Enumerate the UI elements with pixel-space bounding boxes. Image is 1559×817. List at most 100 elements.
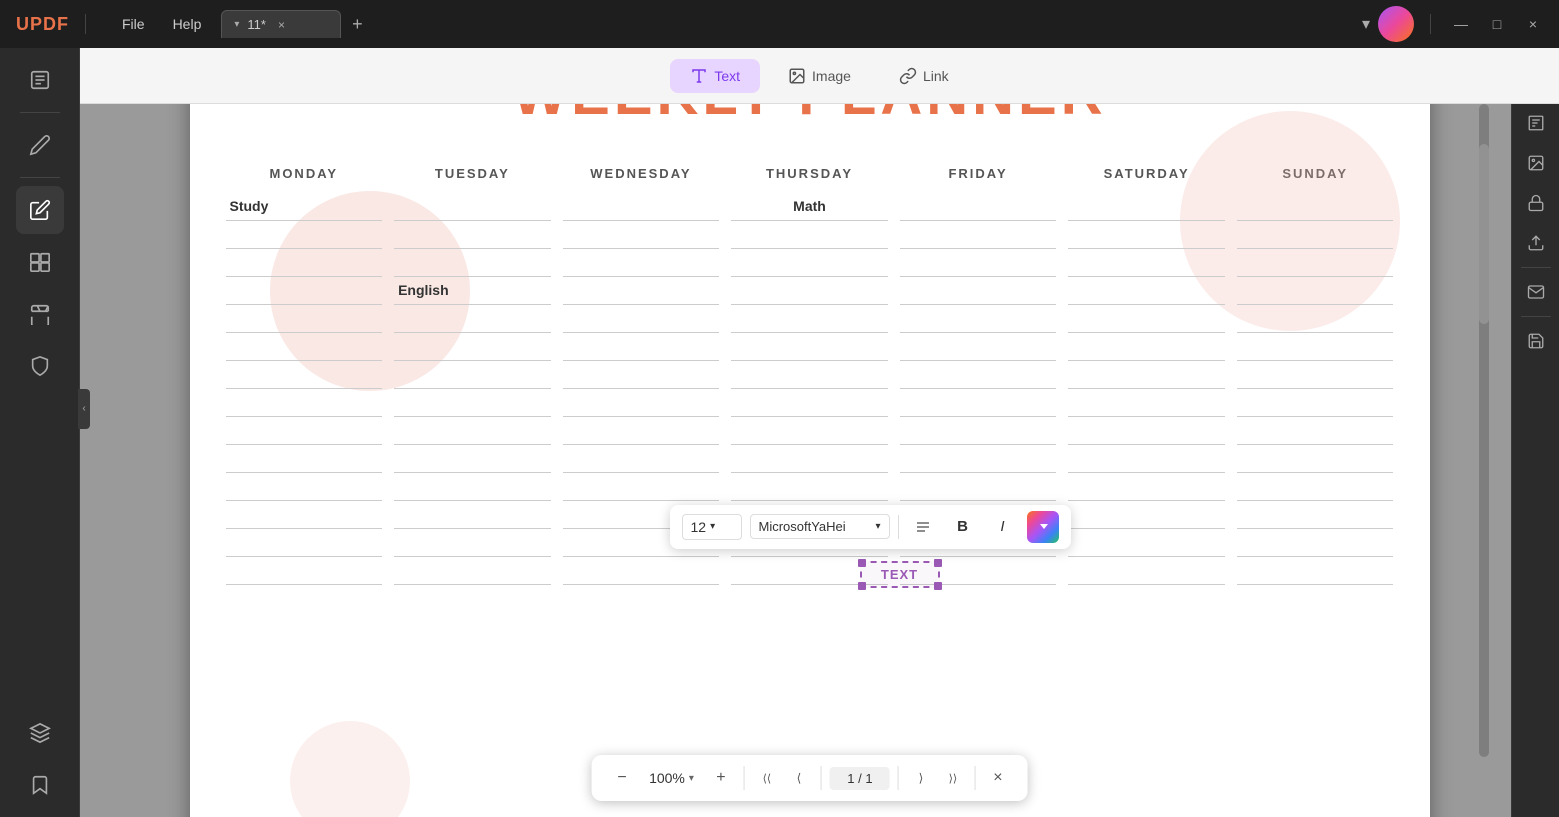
day-line <box>226 473 383 501</box>
day-line <box>563 361 720 389</box>
day-line <box>1237 333 1394 361</box>
day-lines-tuesday: English <box>388 193 557 585</box>
day-line <box>563 305 720 333</box>
day-line <box>1237 277 1394 305</box>
title-bar-right: ▾ — □ × <box>1362 6 1559 42</box>
day-line <box>563 417 720 445</box>
day-column-monday: MONDAY Study <box>220 158 389 585</box>
zoom-in-button[interactable]: + <box>706 763 736 793</box>
page-last-button[interactable]: ⟩⟩ <box>939 764 967 792</box>
day-line <box>1068 361 1225 389</box>
sidebar-protect-icon[interactable] <box>16 342 64 390</box>
text-tool-button[interactable]: Text <box>670 59 760 93</box>
bold-button[interactable]: B <box>947 511 979 543</box>
day-line <box>394 221 551 249</box>
day-line <box>1237 193 1394 221</box>
resize-handle-br[interactable] <box>934 582 942 590</box>
page-first-button[interactable]: ⟨⟨ <box>753 764 781 792</box>
color-chevron-icon <box>1040 524 1048 529</box>
sidebar-layers-icon[interactable] <box>16 709 64 757</box>
day-header-monday: MONDAY <box>220 158 389 189</box>
day-line <box>226 445 383 473</box>
day-line <box>1237 529 1394 557</box>
day-line <box>394 305 551 333</box>
close-button[interactable]: × <box>1519 10 1547 38</box>
font-family-selector[interactable]: MicrosoftYaHei ▾ <box>750 514 890 539</box>
day-line <box>394 249 551 277</box>
toolbar-close-button[interactable]: × <box>984 764 1012 792</box>
chevron-down-icon[interactable]: ▾ <box>1362 14 1370 34</box>
new-tab-button[interactable]: + <box>343 10 371 38</box>
resize-handle-tl[interactable] <box>858 559 866 567</box>
sidebar-convert-icon[interactable] <box>16 290 64 338</box>
day-header-wednesday: WEDNESDAY <box>557 158 726 189</box>
day-lines-monday: Study <box>220 193 389 585</box>
day-line <box>394 333 551 361</box>
maximize-button[interactable]: □ <box>1483 10 1511 38</box>
text-edit-container <box>731 305 888 333</box>
link-tool-button[interactable]: Link <box>879 59 969 93</box>
minimize-button[interactable]: — <box>1447 10 1475 38</box>
sidebar-annotate-icon[interactable] <box>16 121 64 169</box>
image-tool-button[interactable]: Image <box>768 59 871 93</box>
image-tool-label: Image <box>812 68 851 84</box>
main-area: ‹ Text Image Link <box>0 48 1559 817</box>
day-line: Study <box>226 193 383 221</box>
day-line <box>563 249 720 277</box>
right-email-icon[interactable] <box>1518 274 1554 310</box>
day-line <box>226 277 383 305</box>
menu-help[interactable]: Help <box>161 12 214 36</box>
day-lines-sunday <box>1231 193 1400 585</box>
day-line <box>226 529 383 557</box>
day-line <box>1237 501 1394 529</box>
day-line <box>731 473 888 501</box>
day-line <box>900 305 1057 333</box>
text-input-box[interactable]: TEXT <box>860 561 940 588</box>
day-header-thursday: THURSDAY <box>725 158 894 189</box>
planner-title: WEEKLY PLANNER <box>220 104 1400 128</box>
nav-separator-4 <box>975 766 976 790</box>
day-line <box>226 221 383 249</box>
tab-current[interactable]: ▾ 11* × <box>221 10 341 38</box>
sidebar-read-icon[interactable] <box>16 56 64 104</box>
day-line <box>900 249 1057 277</box>
bold-label: B <box>957 518 968 535</box>
app-name: UPDF <box>16 14 69 35</box>
zoom-out-button[interactable]: − <box>607 763 637 793</box>
right-lock-icon[interactable] <box>1518 185 1554 221</box>
sidebar-bookmark-icon[interactable] <box>16 761 64 809</box>
right-share-icon[interactable] <box>1518 225 1554 261</box>
tab-close-icon[interactable]: × <box>278 18 285 32</box>
day-line <box>900 417 1057 445</box>
resize-handle-bl[interactable] <box>858 582 866 590</box>
sidebar-organize-icon[interactable] <box>16 238 64 286</box>
user-avatar[interactable] <box>1378 6 1414 42</box>
sidebar-collapse-handle[interactable]: ‹ <box>78 389 90 429</box>
italic-button[interactable]: I <box>987 511 1019 543</box>
day-line: Math <box>731 193 888 221</box>
day-line: English <box>394 277 551 305</box>
menu-file[interactable]: File <box>110 12 157 36</box>
scrollbar-thumb[interactable] <box>1479 144 1489 324</box>
resize-handle-tr[interactable] <box>934 559 942 567</box>
right-save-icon[interactable] <box>1518 323 1554 359</box>
zoom-selector[interactable]: 100% ▾ <box>641 770 702 786</box>
align-button[interactable] <box>907 511 939 543</box>
sidebar-edit-icon[interactable] <box>16 186 64 234</box>
day-line <box>394 389 551 417</box>
day-line <box>394 501 551 529</box>
page-next-button[interactable]: ⟩ <box>907 764 935 792</box>
day-line <box>1068 389 1225 417</box>
color-picker-button[interactable] <box>1027 511 1059 543</box>
sidebar-divider-1 <box>20 112 60 113</box>
day-line <box>226 361 383 389</box>
link-tool-label: Link <box>923 68 949 84</box>
font-size-selector[interactable]: 12 ▾ <box>682 514 742 540</box>
day-line <box>900 333 1057 361</box>
right-image-extract-icon[interactable] <box>1518 145 1554 181</box>
page-prev-button[interactable]: ⟨ <box>785 764 813 792</box>
day-line <box>226 305 383 333</box>
scrollbar-track[interactable] <box>1479 104 1489 757</box>
day-line <box>563 473 720 501</box>
right-ocr-icon[interactable] <box>1518 105 1554 141</box>
